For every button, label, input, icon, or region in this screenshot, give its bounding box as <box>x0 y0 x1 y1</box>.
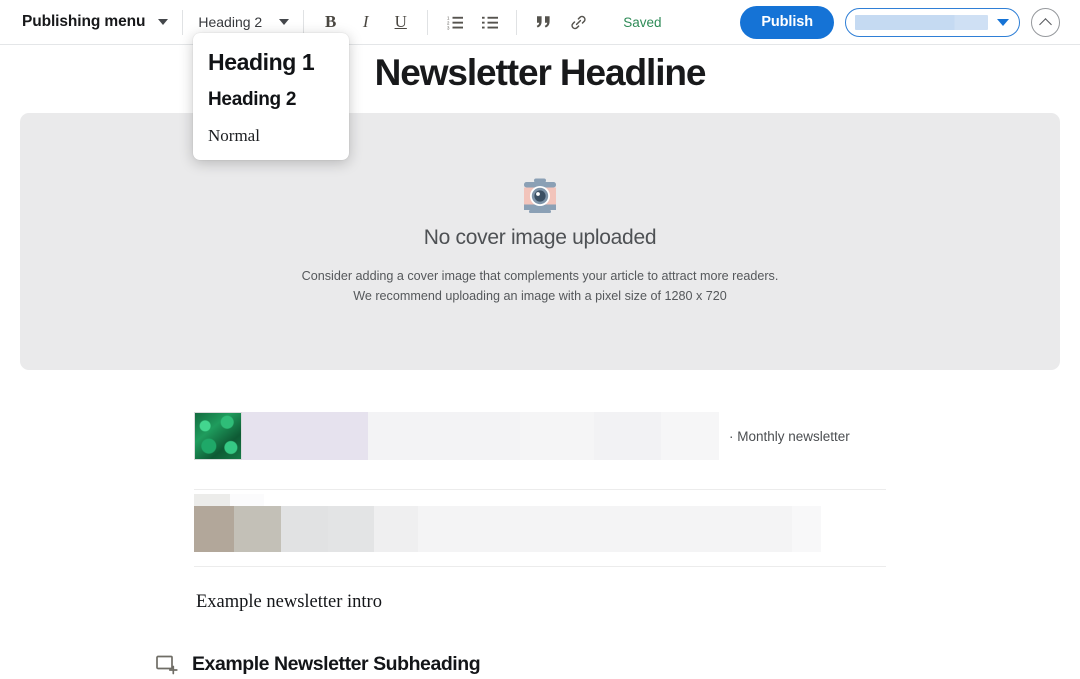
blockquote-button[interactable] <box>528 7 559 38</box>
bold-icon: B <box>325 12 337 31</box>
editor-body: · Monthly newsletter Example newsletter … <box>0 390 1080 676</box>
content-divider <box>194 566 886 567</box>
ordered-list-icon: 1 2 3 <box>447 15 463 30</box>
bulleted-list-icon <box>481 16 498 28</box>
cover-empty-title: No cover image uploaded <box>423 226 657 249</box>
skeleton-block <box>520 412 594 460</box>
intro-paragraph[interactable]: Example newsletter intro <box>196 592 1080 613</box>
subheading-row: Example Newsletter Subheading <box>156 653 1080 676</box>
chevron-down-icon <box>158 19 169 25</box>
cover-empty-description-line-2: We recommend uploading an image with a p… <box>353 289 727 303</box>
content-divider <box>194 489 886 490</box>
bulleted-list-button[interactable] <box>474 7 505 38</box>
ordered-list-button[interactable]: 1 2 3 <box>439 7 470 38</box>
toolbar-right-group: Publish <box>740 5 1080 39</box>
publishing-menu-label: Publishing menu <box>22 13 146 30</box>
italic-icon: I <box>362 12 369 31</box>
text-style-menu: Heading 1 Heading 2 Normal <box>193 33 349 160</box>
quote-icon <box>536 16 550 28</box>
skeleton-block <box>230 494 264 506</box>
underline-button[interactable]: U <box>385 7 416 38</box>
text-style-value: Heading 2 <box>198 14 263 30</box>
audience-select[interactable] <box>845 7 1020 37</box>
editor-toolbar: Publishing menu Heading 2 B I U 1 2 3 Sa… <box>0 0 1080 45</box>
chevron-down-icon <box>279 19 290 25</box>
skeleton-block <box>661 412 719 460</box>
underline-icon: U <box>394 12 407 31</box>
skeleton-block <box>368 412 520 460</box>
skeleton-block <box>194 506 234 552</box>
skeleton-block <box>328 506 374 552</box>
style-menu-item-heading-1[interactable]: Heading 1 <box>193 44 349 81</box>
link-button[interactable] <box>563 7 594 38</box>
link-icon <box>571 15 586 29</box>
skeleton-block <box>374 506 418 552</box>
insert-group <box>517 7 605 38</box>
caret-down-icon <box>997 18 1009 26</box>
publish-button[interactable]: Publish <box>740 5 834 39</box>
leaf-photo-thumbnail <box>194 412 242 460</box>
skeleton-block <box>194 494 230 506</box>
embed-caption: · Monthly newsletter <box>729 428 850 444</box>
article-headline[interactable]: Newsletter Headline <box>375 52 707 94</box>
save-status: Saved <box>623 14 662 30</box>
skeleton-block <box>418 506 792 552</box>
style-menu-item-heading-2[interactable]: Heading 2 <box>193 81 349 116</box>
camera-icon <box>524 178 556 213</box>
skeleton-block <box>281 506 328 552</box>
skeleton-block <box>242 412 368 460</box>
italic-button[interactable]: I <box>350 7 381 38</box>
svg-text:3: 3 <box>447 25 450 30</box>
embed-preview-block[interactable]: · Monthly newsletter <box>194 412 1080 460</box>
list-format-group: 1 2 3 <box>428 7 516 38</box>
chevron-up-icon <box>1039 17 1052 31</box>
skeleton-block <box>594 412 661 460</box>
cover-empty-description-line-1: Consider adding a cover image that compl… <box>301 269 779 283</box>
skeleton-block-group <box>194 494 1080 552</box>
skeleton-block <box>792 506 821 552</box>
style-menu-item-normal[interactable]: Normal <box>193 116 349 151</box>
skeleton-block <box>234 506 281 552</box>
publishing-menu-button[interactable]: Publishing menu <box>0 0 182 44</box>
article-subheading[interactable]: Example Newsletter Subheading <box>192 653 481 676</box>
add-image-block-icon[interactable] <box>156 654 178 676</box>
loading-skeleton-bar <box>855 14 988 30</box>
cover-image-dropzone[interactable]: No cover image uploaded Consider adding … <box>20 113 1060 370</box>
headline-row: Newsletter Headline <box>0 52 1080 94</box>
collapse-toolbar-button[interactable] <box>1031 7 1060 37</box>
